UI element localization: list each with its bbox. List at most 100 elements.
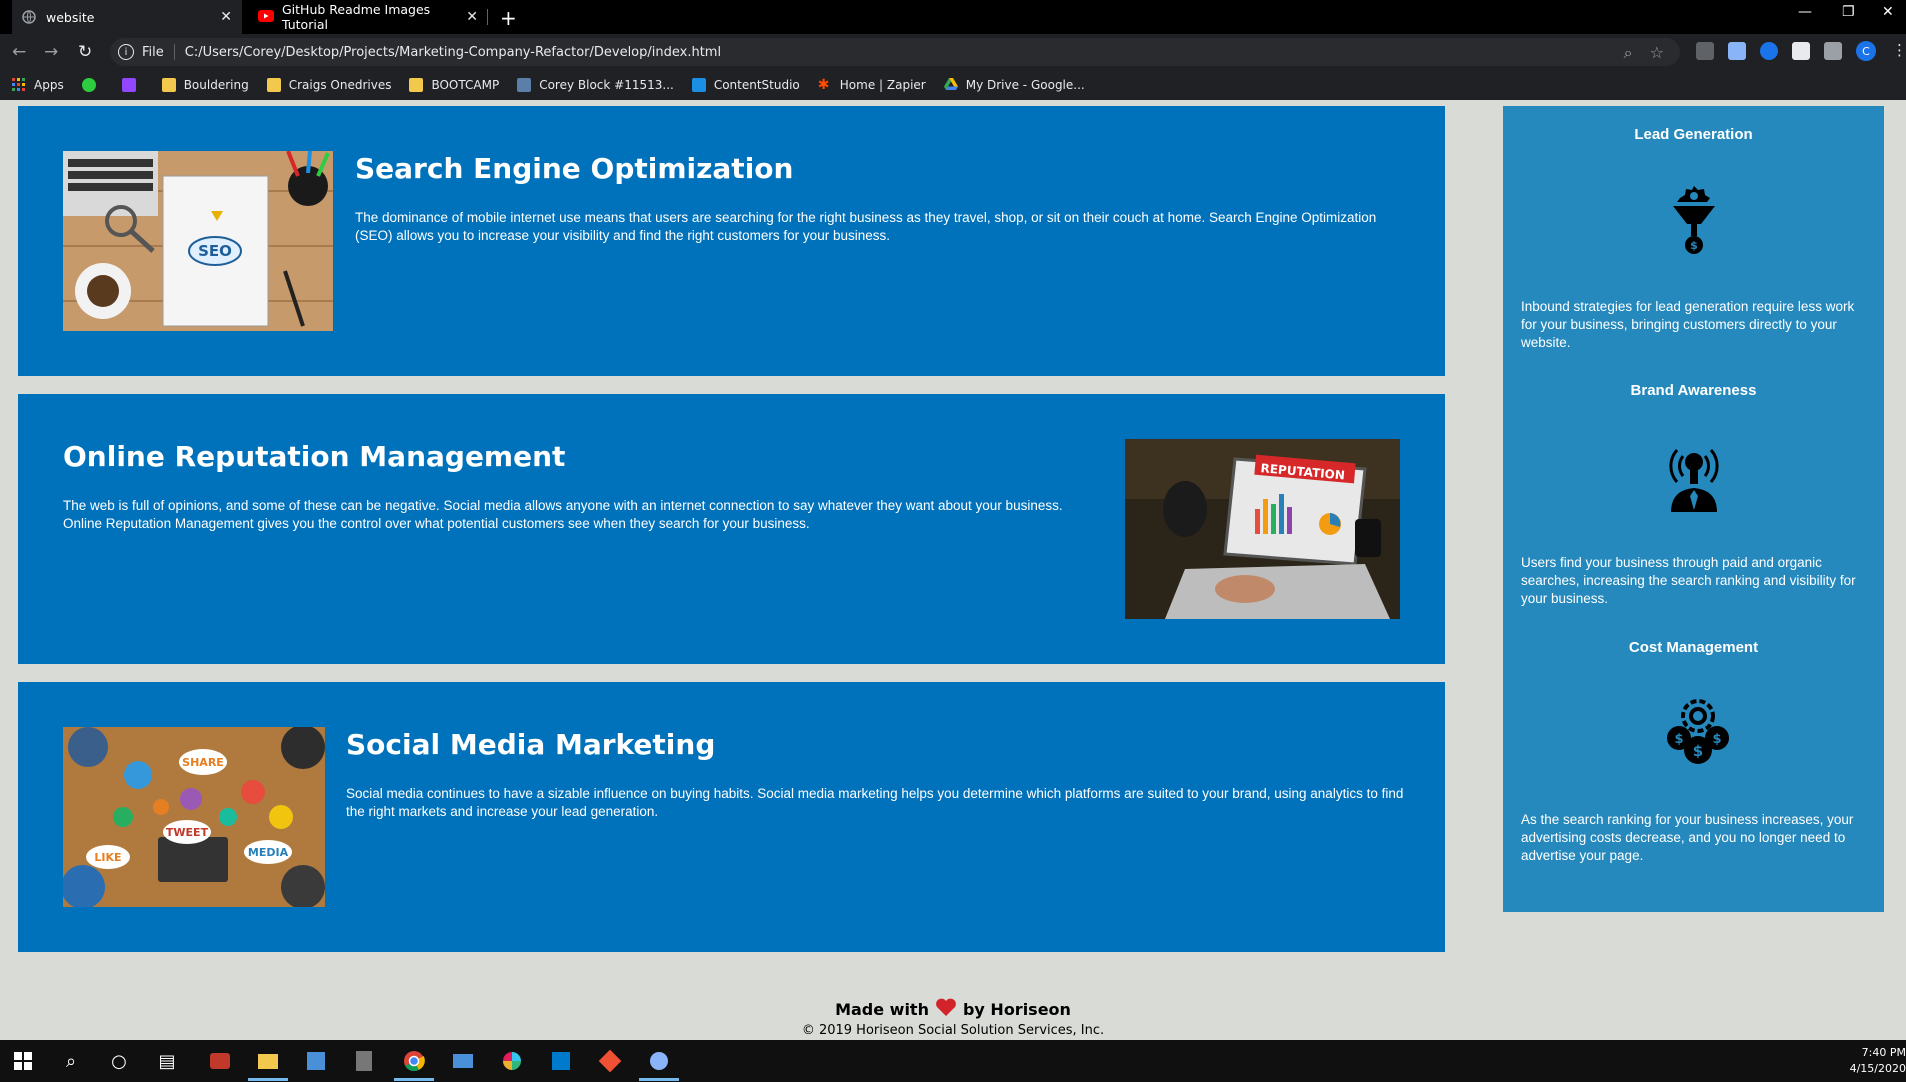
close-tab-icon[interactable]: ✕ — [466, 9, 478, 25]
file-explorer-icon[interactable] — [255, 1048, 281, 1074]
git-client-icon[interactable] — [646, 1048, 672, 1074]
omnibox-actions: ⌕ ☆ — [1624, 43, 1664, 63]
cost-management-icon: $ $ $ — [1663, 696, 1729, 768]
address-bar[interactable]: i File C:/Users/Corey/Desktop/Projects/M… — [110, 38, 1680, 66]
heart-icon — [935, 998, 957, 1021]
tab-strip: website ✕ GitHub Readme Images Tutorial … — [0, 0, 1906, 34]
bookmark-folder-onedrives[interactable]: Craigs Onedrives — [266, 78, 391, 92]
profile-avatar[interactable]: C — [1856, 41, 1876, 61]
system-clock[interactable]: 7:40 PM 4/15/2020 — [1846, 1045, 1906, 1077]
page-viewport: SEO Search Engine Optimization The domin… — [0, 100, 1906, 1040]
url-text[interactable]: C:/Users/Corey/Desktop/Projects/Marketin… — [185, 45, 721, 60]
menu-dots-icon[interactable]: ⋮ — [1892, 41, 1906, 59]
card-description: Social media continues to have a sizable… — [346, 786, 1404, 819]
new-tab-icon[interactable]: + — [500, 6, 517, 30]
social-media-image: SHARE TWEET LIKE MEDIA — [61, 725, 325, 909]
made-with-text: Made with — [835, 1000, 929, 1019]
content-card-social: SHARE TWEET LIKE MEDIA Social Media Mark… — [18, 682, 1445, 952]
back-icon[interactable]: ← — [12, 42, 26, 62]
close-window-icon[interactable]: ✕ — [1882, 4, 1894, 20]
calculator-icon[interactable] — [351, 1048, 377, 1074]
close-tab-icon[interactable]: ✕ — [220, 9, 232, 25]
green-bookmark-icon — [81, 78, 96, 92]
bookmark-twitch[interactable] — [121, 78, 144, 92]
restore-icon[interactable]: ❐ — [1842, 4, 1855, 20]
social-image-label: MEDIA — [248, 846, 289, 859]
bookmarks-bar: Apps Bouldering Craigs Onedrives BOOTCAM… — [0, 70, 1906, 100]
bookmark-folder-bouldering[interactable]: Bouldering — [161, 78, 249, 92]
apps-grid-icon — [12, 78, 26, 92]
svg-text:$: $ — [1690, 239, 1698, 252]
reputation-image: REPUTATION — [1125, 439, 1400, 619]
made-with-line: Made with by Horiseon — [0, 998, 1906, 1021]
card-title: Social Media Marketing — [346, 728, 716, 761]
benefits-sidebar: Lead Generation $ Inbound strategies for… — [1503, 106, 1884, 912]
social-image-label: TWEET — [166, 826, 209, 839]
search-icon[interactable]: ⌕ — [58, 1048, 84, 1074]
active-indicator — [394, 1078, 434, 1081]
bookmark-label: Corey Block #11513... — [539, 78, 674, 92]
protocol-label: File — [142, 44, 164, 60]
bookmark-label: My Drive - Google... — [965, 78, 1085, 92]
bookmark-label: Home | Zapier — [839, 78, 926, 92]
mail-icon[interactable] — [450, 1048, 476, 1074]
snipping-tool-icon[interactable] — [303, 1048, 329, 1074]
card-title: Online Reputation Management — [63, 440, 566, 473]
google-drive-icon — [943, 78, 958, 92]
task-view-icon[interactable]: ▤ — [154, 1048, 180, 1074]
cortana-icon[interactable]: ○ — [106, 1048, 132, 1074]
card-title: Search Engine Optimization — [355, 152, 794, 185]
active-indicator — [639, 1078, 679, 1081]
bookmark-folder-bootcamp[interactable]: BOOTCAMP — [409, 78, 499, 92]
social-image-label: SHARE — [182, 756, 224, 769]
lead-generation-icon: $ — [1663, 184, 1725, 256]
bookmark-label: BOOTCAMP — [431, 78, 500, 92]
benefit-title: Lead Generation — [1634, 126, 1753, 143]
zoom-search-icon[interactable]: ⌕ — [1624, 43, 1633, 62]
reload-icon[interactable]: ↻ — [78, 42, 92, 62]
tab-github-readme[interactable]: GitHub Readme Images Tutorial ✕ — [248, 0, 488, 34]
bookmark-google-drive[interactable]: My Drive - Google... — [943, 78, 1085, 92]
twitch-icon — [121, 78, 136, 92]
slack-icon[interactable] — [499, 1048, 525, 1074]
media-control-icon[interactable] — [1824, 42, 1842, 60]
gitkraken-icon[interactable] — [597, 1048, 623, 1074]
svg-text:$: $ — [1712, 732, 1721, 747]
content-card-seo: SEO Search Engine Optimization The domin… — [18, 106, 1445, 376]
bookmark-green[interactable] — [81, 78, 104, 92]
content-card-reputation: Online Reputation Management The web is … — [18, 394, 1445, 664]
bookmark-star-icon[interactable]: ☆ — [1650, 43, 1664, 62]
seo-image: SEO — [63, 150, 333, 331]
taskbar: ⌕ ○ ▤ 7:40 PM 4/15/2020 — [0, 1040, 1906, 1082]
chrome-icon[interactable] — [401, 1048, 427, 1074]
folder-icon — [409, 78, 424, 92]
zapier-icon: ✱ — [817, 77, 830, 93]
contentstudio-icon — [691, 78, 706, 92]
card-description: The dominance of mobile internet use mea… — [355, 210, 1377, 243]
minimize-icon[interactable]: — — [1798, 4, 1812, 20]
site-info-icon[interactable]: i — [118, 44, 134, 60]
extension-icon[interactable] — [1760, 42, 1778, 60]
extension-icon[interactable] — [1696, 42, 1714, 60]
clock-time: 7:40 PM — [1861, 1046, 1906, 1059]
bookmark-zapier[interactable]: ✱ Home | Zapier — [818, 78, 926, 92]
benefit-title: Brand Awareness — [1630, 382, 1757, 399]
vscode-icon[interactable] — [548, 1048, 574, 1074]
svg-text:$: $ — [1693, 742, 1703, 760]
seo-image-label: SEO — [198, 242, 232, 260]
folder-icon — [161, 78, 176, 92]
tab-title: GitHub Readme Images Tutorial — [282, 2, 431, 32]
climber-icon — [517, 78, 532, 92]
brand-awareness-icon — [1663, 440, 1725, 512]
by-author-text: by Horiseon — [962, 1000, 1071, 1019]
bookmark-apps[interactable]: Apps — [12, 78, 64, 92]
tab-website[interactable]: website ✕ — [12, 0, 242, 34]
windows-start-icon[interactable] — [10, 1048, 36, 1074]
forward-icon[interactable]: → — [44, 42, 58, 62]
photo-app-icon[interactable] — [207, 1048, 233, 1074]
extension-icon[interactable] — [1728, 42, 1746, 60]
bookmark-contentstudio[interactable]: ContentStudio — [691, 78, 800, 92]
card-description: The web is full of opinions, and some of… — [63, 498, 1063, 531]
bookmark-corey-block[interactable]: Corey Block #11513... — [517, 78, 674, 92]
puzzle-icon[interactable] — [1792, 42, 1810, 60]
